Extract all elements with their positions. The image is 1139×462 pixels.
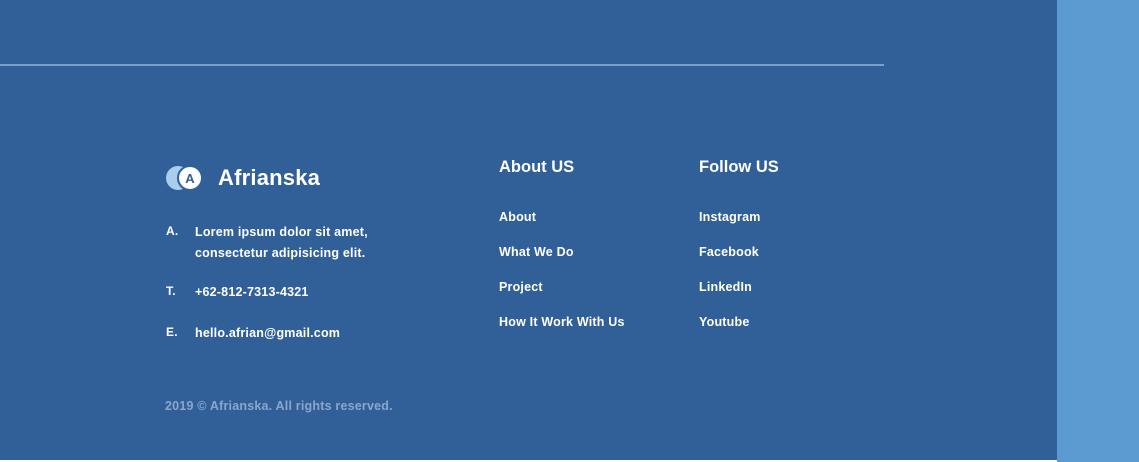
about-link-item: What We Do <box>499 245 625 280</box>
logo-front-circle: A <box>177 165 203 191</box>
phone-key: T. <box>166 284 176 298</box>
address-key: A. <box>166 224 179 238</box>
address-line-2: consectetur adipisicing elit. <box>195 246 366 260</box>
what-we-do-link[interactable]: What We Do <box>499 245 574 259</box>
about-link-item: How It Work With Us <box>499 315 625 350</box>
about-link-item: Project <box>499 280 625 315</box>
about-title: About US <box>499 158 575 176</box>
brand-name: Afrianska <box>218 165 321 190</box>
about-links: About What We Do Project How It Work Wit… <box>499 210 625 350</box>
follow-link-item: Youtube <box>699 315 761 350</box>
address-line-1: Lorem ipsum dolor sit amet, <box>195 225 368 239</box>
contact-phone: T. +62-812-7313-4321 <box>166 284 309 303</box>
about-link-item: About <box>499 210 625 245</box>
email-key: E. <box>166 325 178 339</box>
facebook-link[interactable]: Facebook <box>699 245 759 259</box>
brand[interactable]: A Afrianska <box>166 165 320 191</box>
brand-logo-icon: A <box>166 165 203 191</box>
side-strip <box>1057 0 1139 462</box>
follow-links: Instagram Facebook LinkedIn Youtube <box>699 210 761 350</box>
follow-link-item: LinkedIn <box>699 280 761 315</box>
youtube-link[interactable]: Youtube <box>699 315 749 329</box>
footer: A Afrianska A. Lorem ipsum dolor sit ame… <box>0 0 1057 460</box>
divider-line <box>0 64 884 66</box>
project-link[interactable]: Project <box>499 280 543 294</box>
how-it-work-link[interactable]: How It Work With Us <box>499 315 625 329</box>
follow-link-item: Instagram <box>699 210 761 245</box>
about-link[interactable]: About <box>499 210 536 224</box>
contact-email: E. hello.afrian@gmail.com <box>166 325 340 344</box>
logo-letter: A <box>185 170 195 186</box>
address-value: Lorem ipsum dolor sit amet, consectetur … <box>195 222 368 264</box>
phone-value[interactable]: +62-812-7313-4321 <box>195 282 309 303</box>
email-value[interactable]: hello.afrian@gmail.com <box>195 323 340 344</box>
follow-title: Follow US <box>699 158 779 176</box>
instagram-link[interactable]: Instagram <box>699 210 761 224</box>
contact-address: A. Lorem ipsum dolor sit amet, consectet… <box>166 224 368 264</box>
linkedin-link[interactable]: LinkedIn <box>699 280 752 294</box>
follow-link-item: Facebook <box>699 245 761 280</box>
copyright-text: 2019 © Afrianska. All rights reserved. <box>165 399 393 413</box>
